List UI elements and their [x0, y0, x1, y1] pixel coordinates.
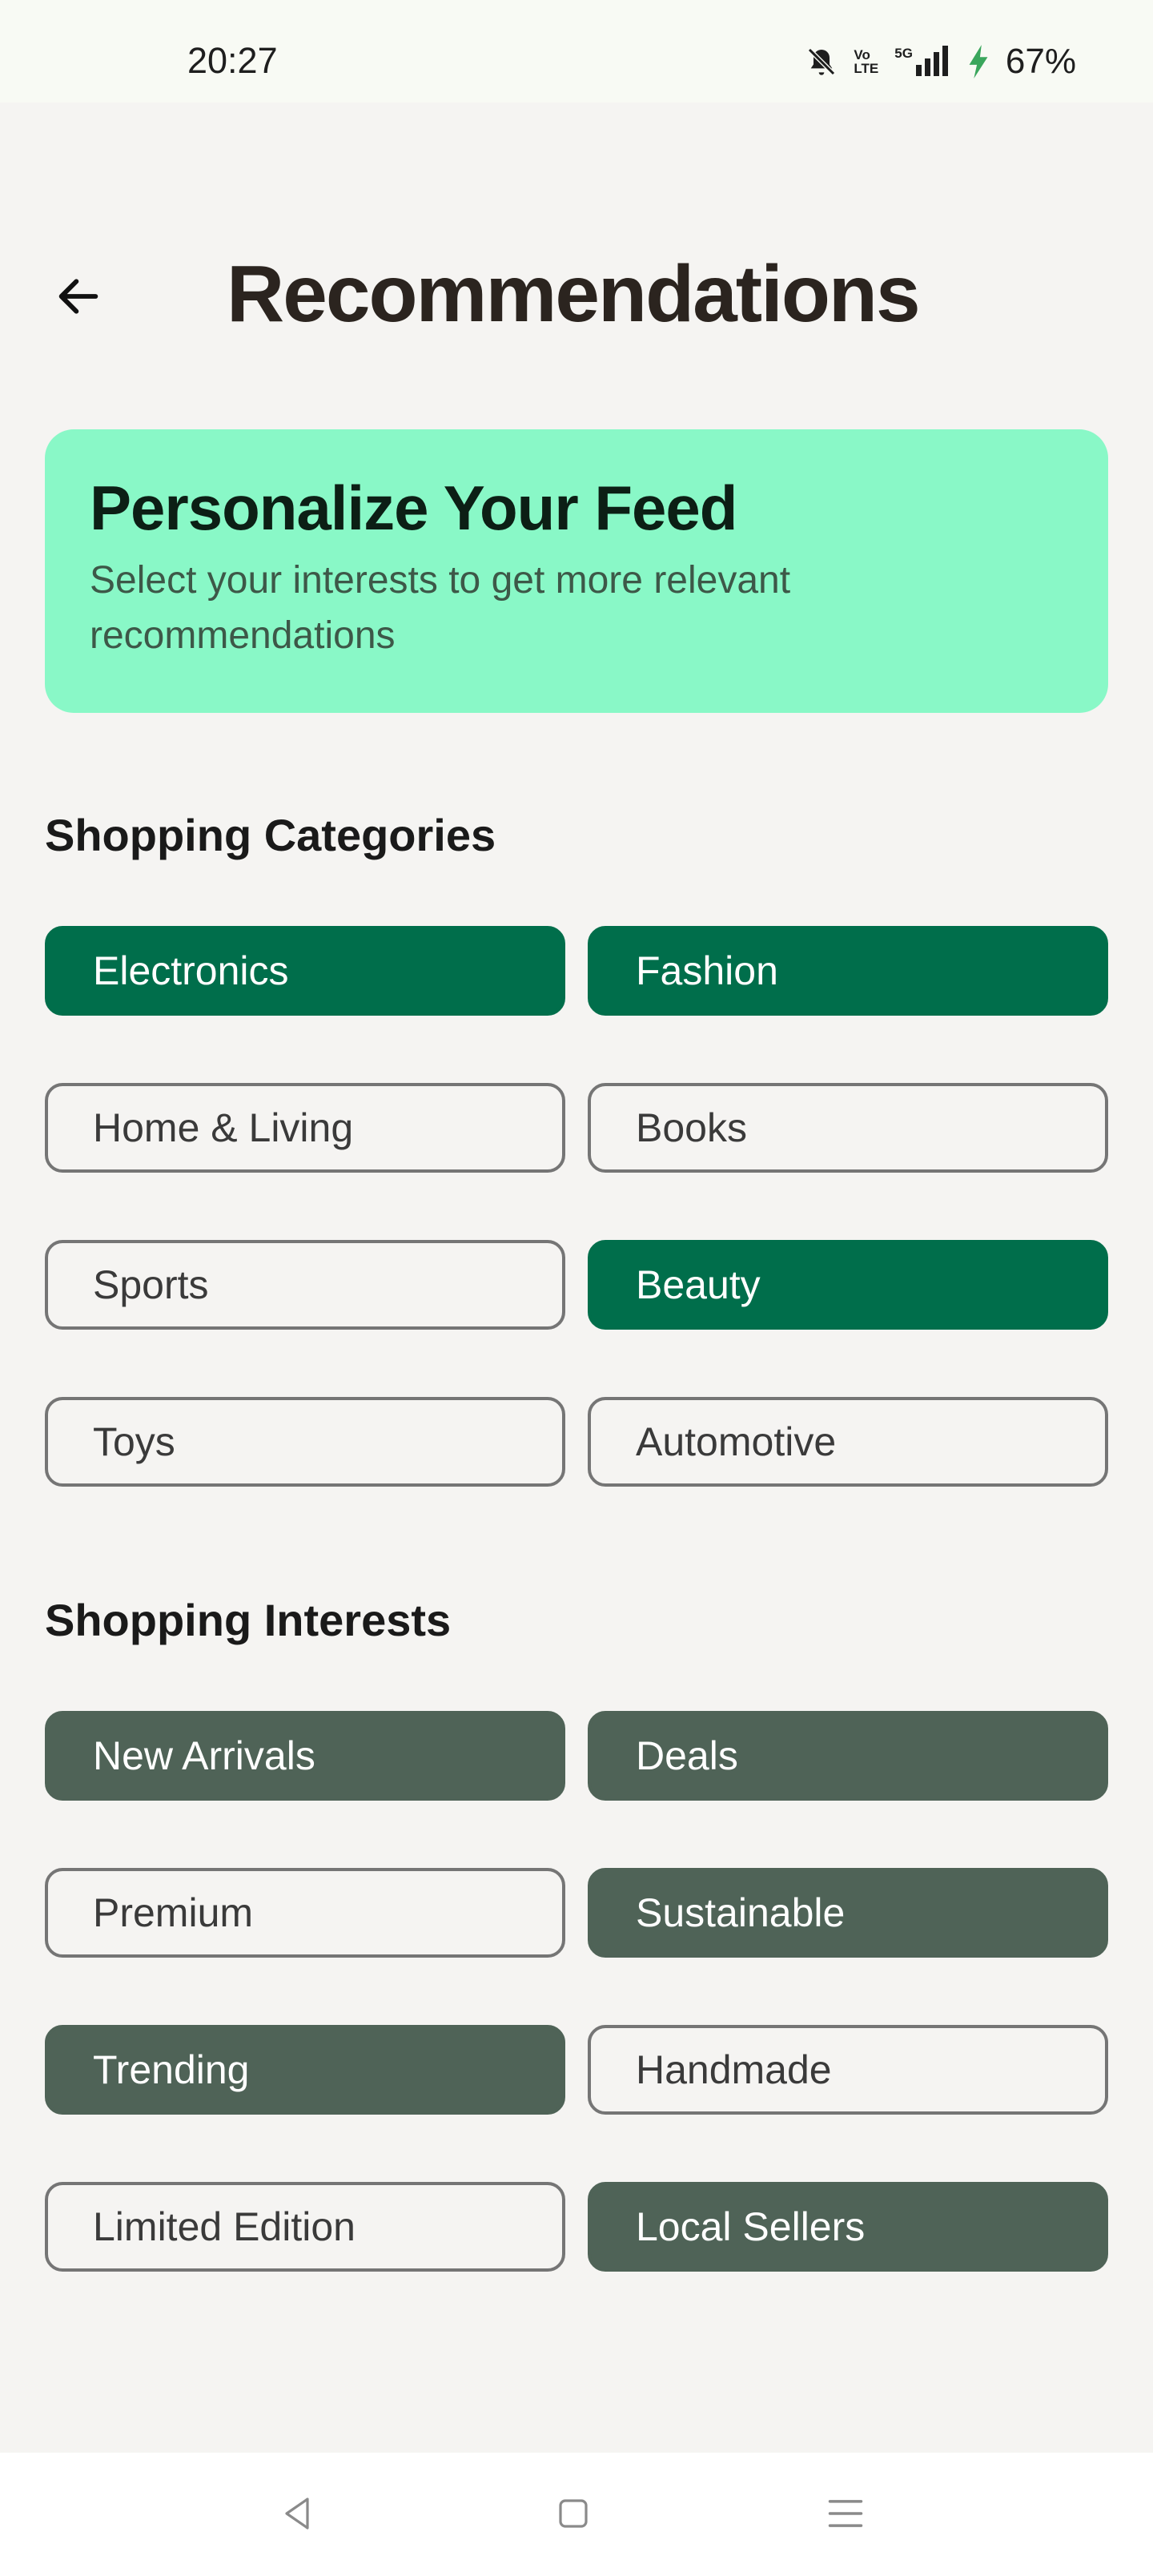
category-chip-toys[interactable]: Toys: [45, 1397, 565, 1487]
network-type: 5G: [894, 46, 913, 61]
chip-label: New Arrivals: [93, 1733, 315, 1778]
category-chip-beauty[interactable]: Beauty: [588, 1240, 1108, 1330]
back-triangle-icon: [285, 2498, 309, 2530]
signal-icon: 5G: [894, 46, 951, 78]
category-chip-fashion[interactable]: Fashion: [588, 926, 1108, 1016]
header: Recommendations: [0, 216, 1153, 376]
chip-label: Trending: [93, 2047, 250, 2092]
volte-top: Vo: [854, 47, 870, 62]
chip-label: Handmade: [636, 2047, 832, 2092]
interest-chip-new-arrivals[interactable]: New Arrivals: [45, 1711, 565, 1801]
volte-icon: Vo LTE: [854, 48, 878, 75]
nav-recents-button[interactable]: [814, 2481, 878, 2546]
chip-label: Sports: [93, 1262, 209, 1307]
chip-label: Electronics: [93, 948, 289, 993]
chip-label: Limited Edition: [93, 2204, 356, 2249]
interests-title: Shopping Interests: [45, 1595, 452, 1645]
categories-title: Shopping Categories: [45, 810, 496, 860]
category-chip-home-living[interactable]: Home & Living: [45, 1083, 565, 1173]
chip-label: Premium: [93, 1890, 254, 1935]
arrow-left-icon: [58, 279, 98, 314]
banner-title: Personalize Your Feed: [90, 473, 737, 543]
chip-label: Beauty: [636, 1262, 761, 1307]
chip-label: Local Sellers: [636, 2204, 866, 2249]
interest-chip-deals[interactable]: Deals: [588, 1711, 1108, 1801]
chip-label: Automotive: [636, 1419, 837, 1464]
chip-label: Deals: [636, 1733, 738, 1778]
banner-subtitle: Select your interests to get more releva…: [90, 558, 791, 658]
back-button[interactable]: [46, 264, 110, 328]
page-title: Recommendations: [227, 249, 921, 339]
chip-label: Fashion: [636, 948, 778, 993]
status-icons: Vo LTE 5G 67%: [805, 42, 1076, 82]
interest-chip-sustainable[interactable]: Sustainable: [588, 1868, 1108, 1958]
chip-label: Toys: [93, 1419, 175, 1464]
category-chip-automotive[interactable]: Automotive: [588, 1397, 1108, 1487]
interest-chip-premium[interactable]: Premium: [45, 1868, 565, 1958]
volte-bottom: LTE: [854, 61, 879, 76]
category-chip-books[interactable]: Books: [588, 1083, 1108, 1173]
status-time: 20:27: [187, 40, 278, 81]
system-nav-bar: [0, 2453, 1153, 2576]
charging-icon: [967, 45, 990, 78]
interest-chip-local-sellers[interactable]: Local Sellers: [588, 2182, 1108, 2272]
category-chip-sports[interactable]: Sports: [45, 1240, 565, 1330]
nav-home-button[interactable]: [541, 2481, 605, 2546]
interests-grid: New Arrivals Deals Premium Sustainable T…: [45, 1711, 1108, 2272]
battery-percent: 67%: [1005, 42, 1076, 81]
status-bar: 20:27 Vo LTE 5G 67%: [0, 0, 1153, 103]
menu-lines-icon: [828, 2500, 863, 2527]
bell-muted-icon: [805, 46, 838, 78]
chip-label: Home & Living: [93, 1105, 354, 1150]
interest-chip-trending[interactable]: Trending: [45, 2025, 565, 2115]
categories-grid: Electronics Fashion Home & Living Books …: [45, 926, 1108, 1487]
chip-label: Sustainable: [636, 1890, 846, 1935]
interest-chip-handmade[interactable]: Handmade: [588, 2025, 1108, 2115]
personalize-banner: Personalize Your Feed Select your intere…: [45, 429, 1108, 713]
interest-chip-limited-edition[interactable]: Limited Edition: [45, 2182, 565, 2272]
category-chip-electronics[interactable]: Electronics: [45, 926, 565, 1016]
chip-label: Books: [636, 1105, 747, 1150]
nav-back-button[interactable]: [266, 2481, 330, 2546]
home-square-icon: [559, 2499, 588, 2528]
